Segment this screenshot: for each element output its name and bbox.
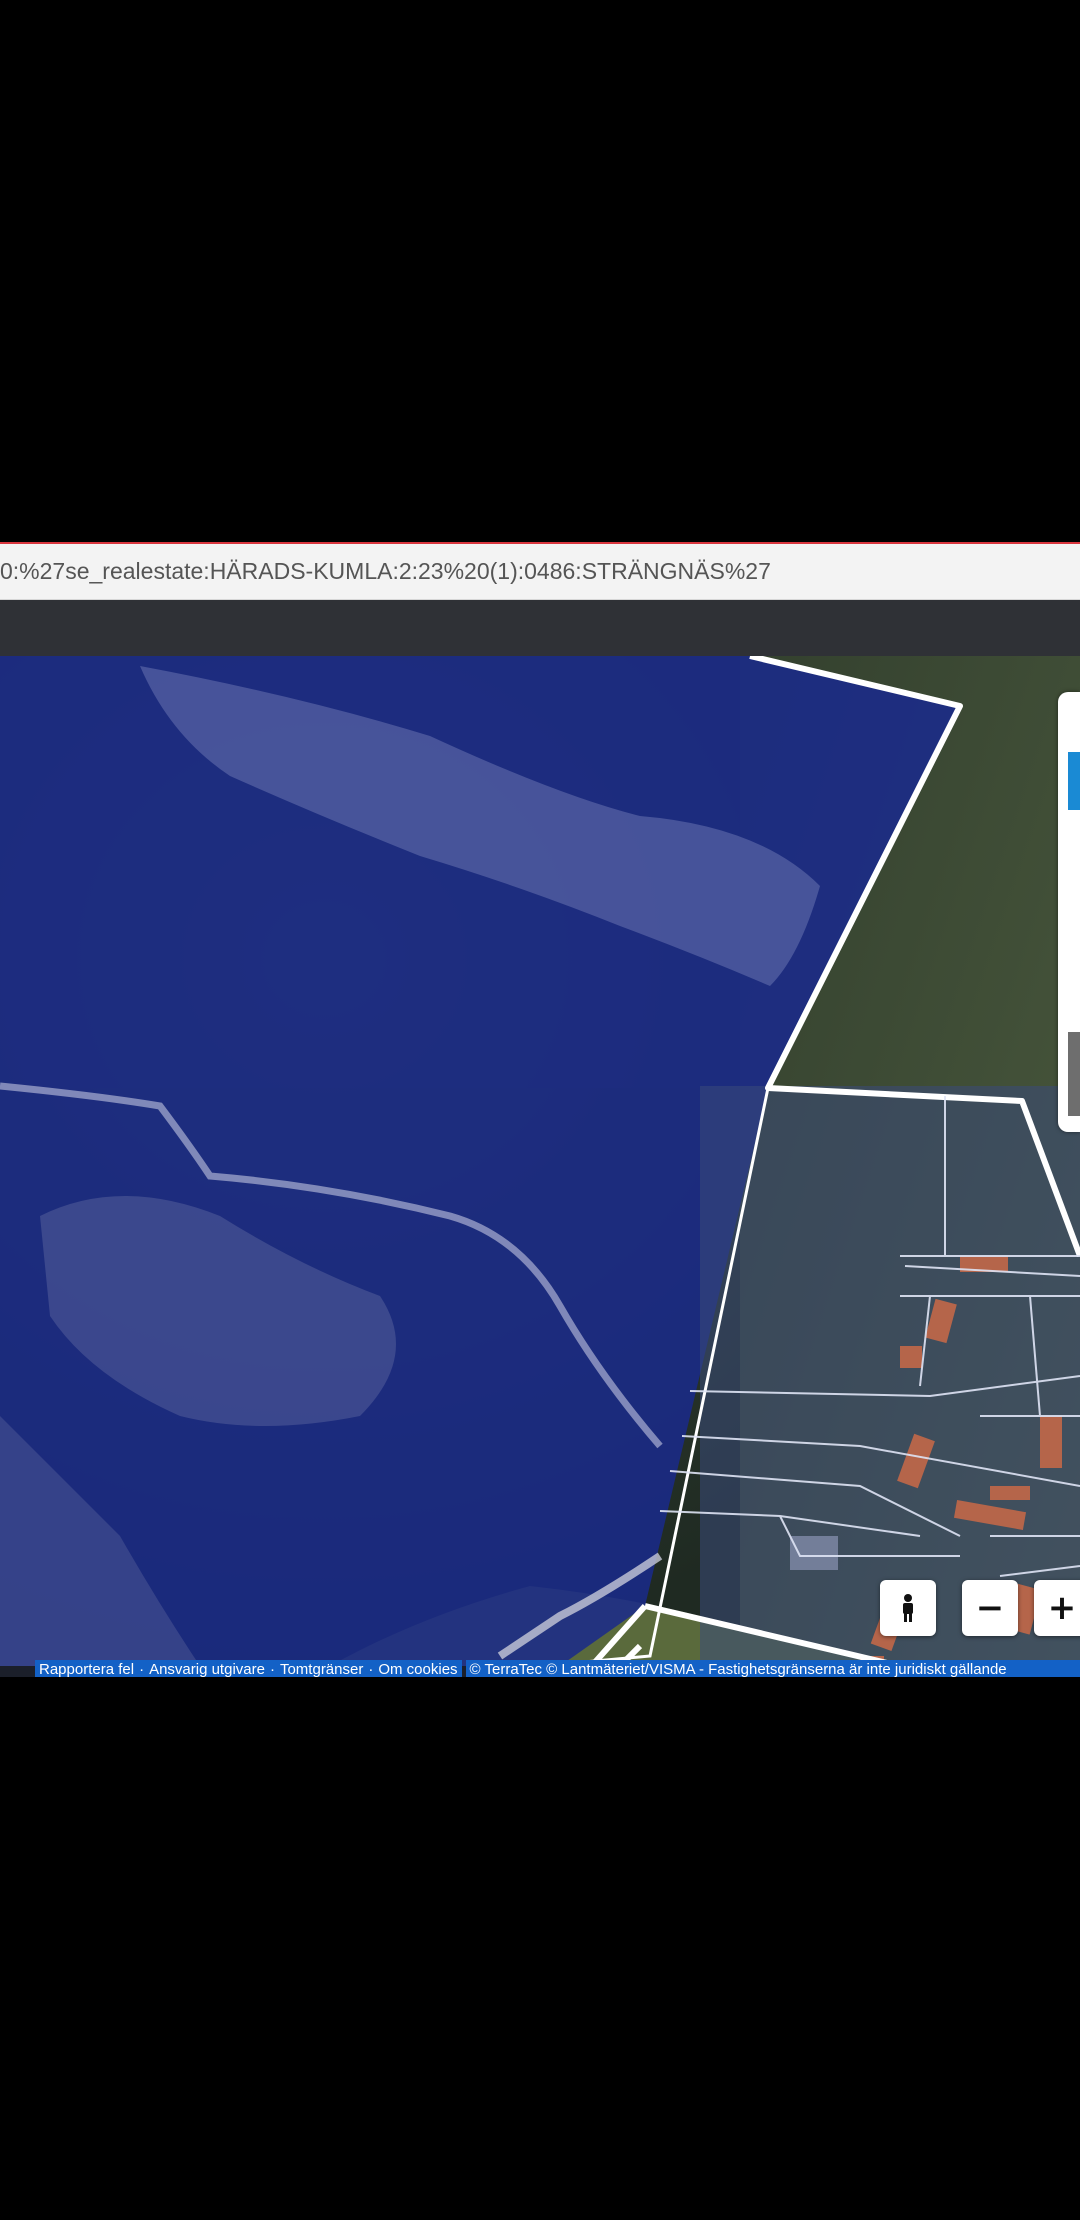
attribution-bar: Rapportera fel · Ansvarig utgivare · Tom…: [35, 1660, 1080, 1677]
copyright-text: © TerraTec © Lantmäteriet/VISMA - Fastig…: [469, 1660, 1007, 1678]
report-error-link[interactable]: Rapportera fel: [39, 1661, 134, 1678]
zoom-in-button[interactable]: +: [1034, 1580, 1080, 1636]
person-icon: [903, 1594, 913, 1622]
layer-panel-active-tab[interactable]: [1068, 752, 1080, 810]
village-area: [700, 1086, 1080, 1666]
map-canvas[interactable]: [0, 656, 1080, 1666]
open-lot: [790, 1536, 838, 1570]
plus-icon: +: [1047, 1588, 1077, 1628]
map-toolbar: [0, 600, 1080, 656]
satellite-map[interactable]: [0, 656, 1080, 1666]
cookies-link[interactable]: Om cookies: [378, 1661, 457, 1678]
streetview-button[interactable]: [880, 1580, 936, 1636]
attribution-links: Rapportera fel · Ansvarig utgivare · Tom…: [35, 1660, 462, 1677]
copyright-notice: © TerraTec © Lantmäteriet/VISMA - Fastig…: [465, 1660, 1080, 1678]
browser-window: 0:%27se_realestate:HÄRADS-KUMLA:2:23%20(…: [0, 542, 1080, 1677]
layer-panel-edge[interactable]: [1058, 692, 1080, 1132]
address-bar[interactable]: 0:%27se_realestate:HÄRADS-KUMLA:2:23%20(…: [0, 544, 1080, 600]
layer-panel-scroll-handle[interactable]: [1068, 1032, 1080, 1116]
zoom-out-button[interactable]: −: [962, 1580, 1018, 1636]
screen: 0:%27se_realestate:HÄRADS-KUMLA:2:23%20(…: [0, 0, 1080, 2220]
minus-icon: −: [975, 1588, 1005, 1628]
plot-boundaries-link[interactable]: Tomtgränser: [280, 1661, 363, 1678]
publisher-link[interactable]: Ansvarig utgivare: [149, 1661, 265, 1678]
url-text[interactable]: 0:%27se_realestate:HÄRADS-KUMLA:2:23%20(…: [0, 558, 771, 585]
